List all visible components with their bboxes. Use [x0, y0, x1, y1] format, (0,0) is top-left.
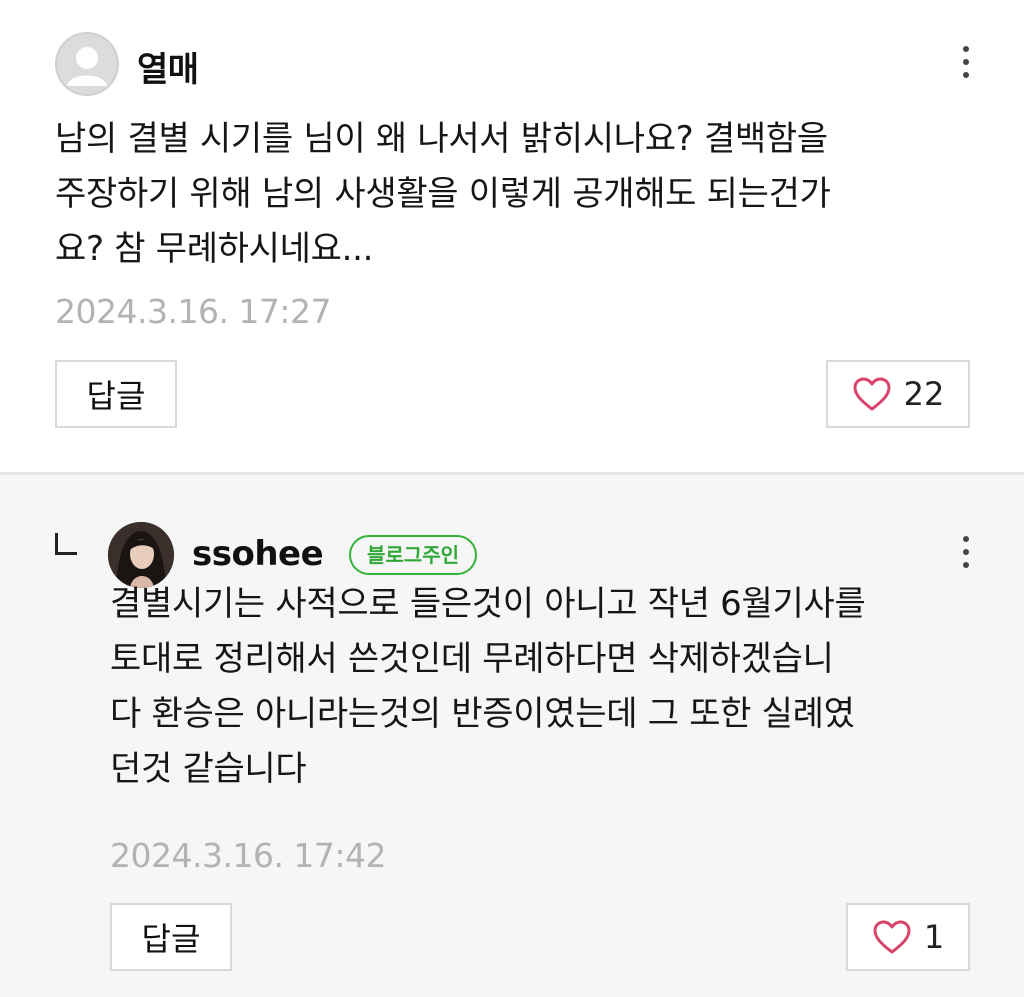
comment-author[interactable]: 열매: [137, 42, 199, 91]
comment-body-line: 토대로 정리해서 쓴것인데 무례하다면 삭제하겠습니: [110, 639, 834, 679]
blog-owner-badge: 블로그주인: [349, 535, 477, 575]
reply-comment-item: ssohee 블로그주인 결별시기는 사적으로 들은것이 아니고 작년 6월기사…: [0, 475, 1024, 997]
like-count: 1: [923, 918, 945, 956]
avatar-default-icon[interactable]: [55, 32, 119, 96]
comment-body: 남의 결별 시기를 님이 왜 나서서 밝히시나요? 결백함을 주장하기 위해 남…: [55, 112, 955, 277]
comment-body-line: 결별시기는 사적으로 들은것이 아니고 작년 6월기사를: [110, 584, 866, 624]
more-options-icon[interactable]: [956, 42, 976, 82]
comment-body-line: 던것 같습니다: [110, 749, 307, 789]
like-count: 22: [903, 375, 945, 413]
comment-timestamp: 2024.3.16. 17:42: [110, 836, 387, 875]
like-button[interactable]: 1: [846, 903, 970, 971]
like-button[interactable]: 22: [826, 360, 970, 428]
comment-body-line: 남의 결별 시기를 님이 왜 나서서 밝히시나요? 결백함을: [55, 119, 828, 159]
heart-icon: [873, 920, 911, 954]
reply-corner-icon: [55, 533, 77, 555]
comment-body-line: 요? 참 무례하시네요...: [55, 229, 374, 269]
more-options-icon[interactable]: [956, 532, 976, 572]
heart-icon: [853, 377, 891, 411]
comment-author[interactable]: ssohee: [192, 534, 324, 574]
comment-timestamp: 2024.3.16. 17:27: [55, 292, 332, 331]
comment-body-line: 주장하기 위해 남의 사생활을 이렇게 공개해도 되는건가: [55, 174, 831, 214]
comment-body-line: 다 환승은 아니라는것의 반증이였는데 그 또한 실례였: [110, 694, 855, 734]
comment-body: 결별시기는 사적으로 들은것이 아니고 작년 6월기사를 토대로 정리해서 쓴것…: [110, 577, 970, 797]
comment-item: 열매 남의 결별 시기를 님이 왜 나서서 밝히시나요? 결백함을 주장하기 위…: [0, 0, 1024, 472]
reply-button[interactable]: 답글: [55, 360, 177, 428]
reply-button[interactable]: 답글: [110, 903, 232, 971]
